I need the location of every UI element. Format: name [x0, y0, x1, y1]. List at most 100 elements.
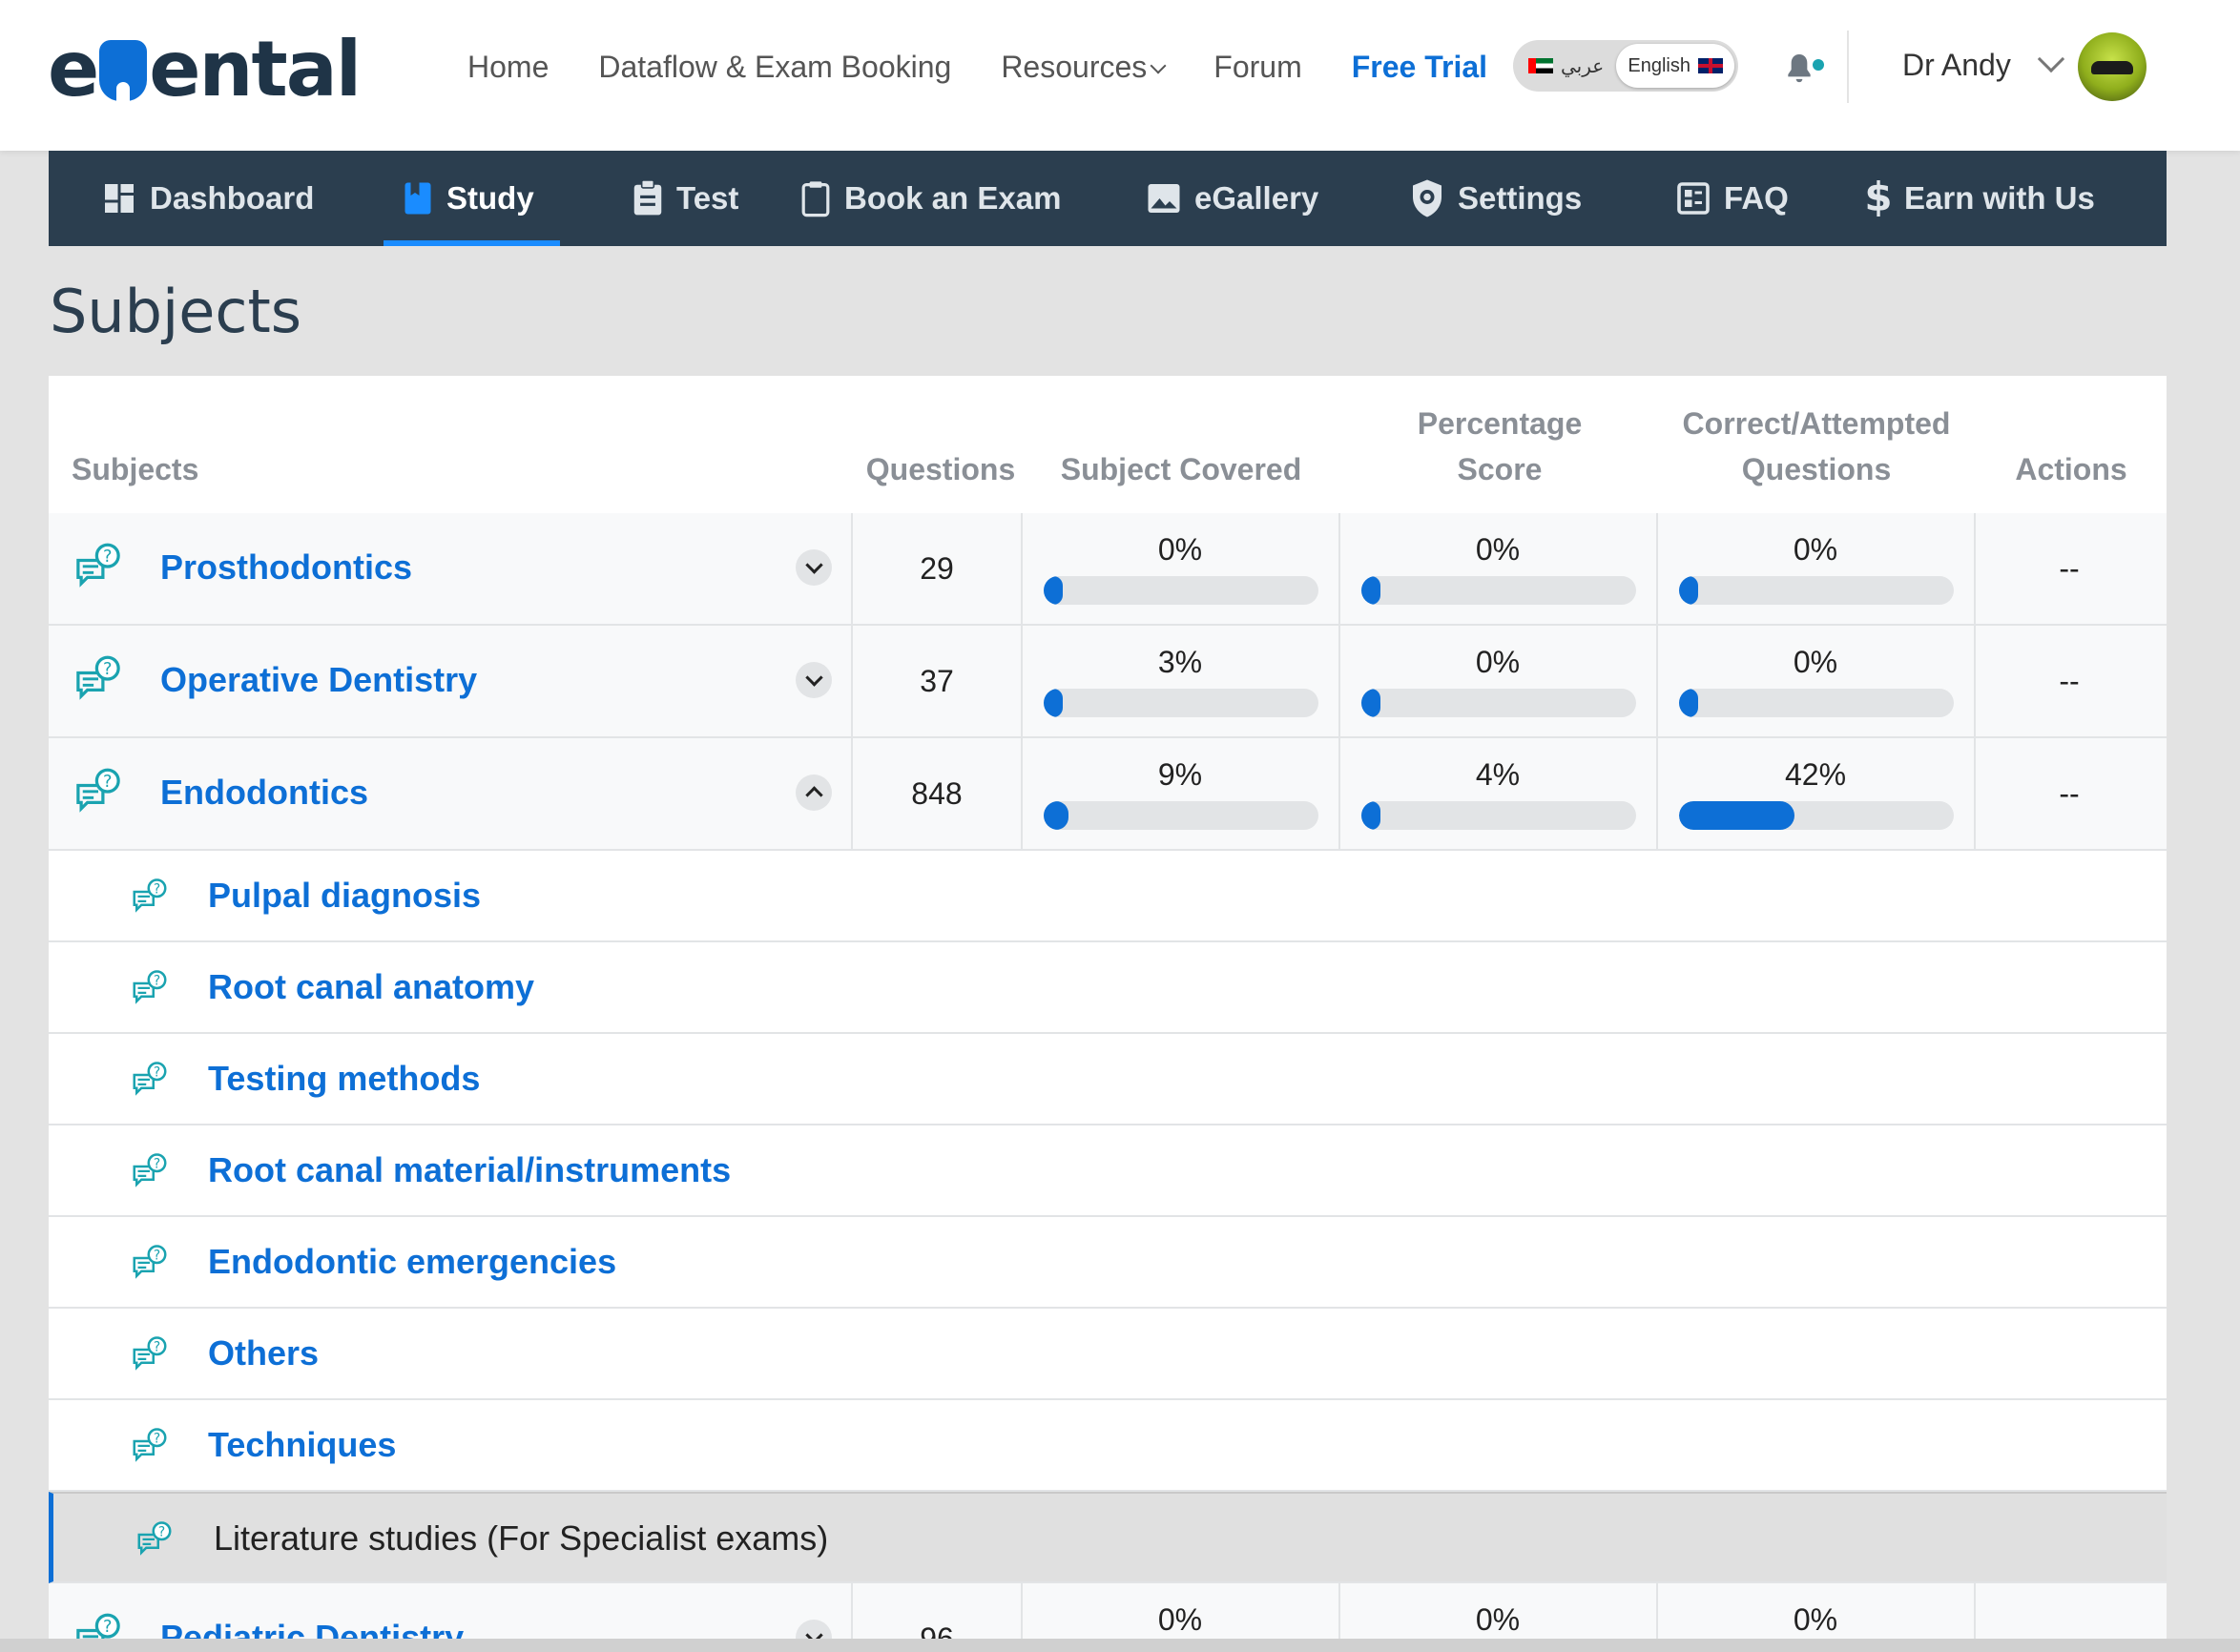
subtopic-link[interactable]: Techniques	[208, 1425, 396, 1465]
subject-question-icon: ?	[73, 767, 123, 821]
covered-progress-fill	[1044, 689, 1063, 717]
score-cell: 0%	[1338, 513, 1656, 624]
subtopic-link[interactable]: Root canal anatomy	[208, 967, 534, 1007]
subject-name-link[interactable]: Endodontics	[160, 773, 368, 813]
subject-name-link[interactable]: Operative Dentistry	[160, 660, 477, 700]
tab-earn-label: Earn with Us	[1904, 180, 2095, 216]
subtopic-row[interactable]: ? Literature studies (For Specialist exam…	[49, 1492, 2167, 1583]
covered-cell: 3%	[1021, 626, 1338, 736]
score-progress-fill	[1361, 689, 1380, 717]
subtopic-row[interactable]: ? Root canal anatomy	[49, 942, 2167, 1034]
question-count: 37	[920, 664, 954, 698]
chevron-down-icon	[1150, 57, 1167, 74]
svg-text:?: ?	[103, 1617, 112, 1637]
uk-flag-icon	[1698, 58, 1723, 73]
header-questions-label: Questions	[1741, 452, 1892, 486]
subtopic-link[interactable]: Testing methods	[208, 1059, 480, 1099]
user-avatar[interactable]	[2078, 32, 2147, 101]
chevron-up-icon[interactable]	[796, 774, 832, 811]
actions-cell: --	[1974, 738, 2167, 849]
tab-study[interactable]: Study	[384, 151, 560, 246]
actions-cell: --	[1974, 626, 2167, 736]
lang-option-english[interactable]: English	[1616, 44, 1734, 88]
subject-name-link[interactable]: Prosthodontics	[160, 547, 412, 588]
lang-option-arabic[interactable]: عربي	[1517, 44, 1615, 88]
covered-cell: 9%	[1021, 738, 1338, 849]
subtopic-question-icon: ?	[131, 1061, 169, 1104]
user-menu-chevron-icon[interactable]	[2037, 45, 2065, 73]
header-divider	[1847, 31, 1849, 103]
question-count: 29	[920, 551, 954, 586]
correct-cell: 0%	[1656, 626, 1974, 736]
tab-egallery[interactable]: eGallery	[1109, 151, 1372, 246]
subtopic-row[interactable]: ? Endodontic emergencies	[49, 1217, 2167, 1309]
subtopic-link[interactable]: Endodontic emergencies	[208, 1242, 616, 1282]
tab-book-exam[interactable]: Book an Exam	[762, 151, 1109, 246]
questions-cell: 848	[851, 738, 1021, 849]
subtopic-row[interactable]: ? Testing methods	[49, 1034, 2167, 1125]
subtopic-question-icon: ?	[131, 969, 169, 1012]
chevron-down-icon[interactable]	[796, 662, 832, 698]
header-percentage-label: Percentage	[1417, 406, 1583, 441]
correct-percent: 0%	[1793, 1602, 1838, 1637]
subjects-table: Subjects Questions Subject Covered Perce…	[49, 376, 2167, 1652]
score-cell: 4%	[1338, 738, 1656, 849]
nav-home-link[interactable]: Home	[467, 46, 549, 88]
header-actions: Actions	[2015, 452, 2127, 486]
user-name[interactable]: Dr Andy	[1902, 46, 2011, 84]
clipboard-icon	[633, 180, 662, 216]
actions-cell: --	[1974, 513, 2167, 624]
subtopic-link[interactable]: Literature studies (For Specialist exams…	[214, 1518, 828, 1559]
nav-forum-link[interactable]: Forum	[1213, 46, 1301, 88]
subtopic-link[interactable]: Root canal material/instruments	[208, 1150, 731, 1190]
covered-percent: 0%	[1157, 1602, 1203, 1637]
nav-resources-label: Resources	[1001, 50, 1148, 84]
svg-text:?: ?	[154, 881, 160, 897]
score-progress-bar	[1361, 689, 1636, 717]
correct-percent: 0%	[1793, 645, 1838, 679]
free-trial-link[interactable]: Free Trial	[1352, 46, 1487, 88]
score-percent: 0%	[1475, 645, 1521, 679]
language-toggle[interactable]: عربي English	[1513, 40, 1738, 92]
tab-dashboard[interactable]: Dashboard	[49, 151, 384, 246]
lang-arabic-label: عربي	[1561, 55, 1605, 77]
clipboard-blank-icon	[801, 181, 830, 217]
subtopic-row[interactable]: ? Others	[49, 1309, 2167, 1400]
tab-earn-with-us[interactable]: $ Earn with Us	[1826, 151, 2167, 246]
subject-question-icon: ?	[73, 654, 123, 709]
correct-progress-fill	[1679, 576, 1698, 605]
subtopic-link[interactable]: Pulpal diagnosis	[208, 876, 481, 916]
subject-row[interactable]: ? Prosthodontics 29 0% 0% 0% --	[49, 513, 2167, 626]
chevron-down-icon[interactable]	[796, 549, 832, 586]
actions-value: --	[2059, 551, 2080, 586]
subject-question-icon: ?	[73, 542, 123, 596]
correct-progress-fill	[1679, 689, 1698, 717]
svg-text:?: ?	[154, 1156, 160, 1171]
svg-text:?: ?	[103, 547, 112, 567]
subtopic-row[interactable]: ? Techniques	[49, 1400, 2167, 1492]
header-subjects: Subjects	[72, 452, 199, 486]
score-percent: 4%	[1475, 757, 1521, 792]
subject-row[interactable]: ? Endodontics 848 9% 4% 42% --	[49, 738, 2167, 851]
notification-bell-icon[interactable]	[1780, 50, 1818, 88]
edental-logo[interactable]: e ental	[48, 25, 362, 114]
tab-faq[interactable]: FAQ	[1638, 151, 1826, 246]
logo-text-e: e	[48, 25, 99, 114]
svg-text:?: ?	[154, 1431, 160, 1446]
actions-value: --	[2059, 776, 2080, 811]
subtopic-question-icon: ?	[131, 1335, 169, 1378]
tab-study-label: Study	[446, 180, 534, 216]
nav-dataflow-link[interactable]: Dataflow & Exam Booking	[598, 46, 951, 88]
subtopic-row[interactable]: ? Pulpal diagnosis	[49, 851, 2167, 942]
subject-row[interactable]: ? Operative Dentistry 37 3% 0% 0% --	[49, 626, 2167, 738]
subtopic-row[interactable]: ? Root canal material/instruments	[49, 1125, 2167, 1217]
header-questions: Questions	[865, 452, 1016, 486]
subtopic-link[interactable]: Others	[208, 1333, 319, 1373]
correct-progress-fill	[1679, 801, 1794, 830]
tab-test[interactable]: Test	[560, 151, 762, 246]
tab-settings[interactable]: Settings	[1372, 151, 1638, 246]
covered-progress-fill	[1044, 801, 1068, 830]
main-nav: Dashboard Study Test Book an Exam eGalle…	[49, 151, 2167, 246]
score-cell: 0%	[1338, 626, 1656, 736]
nav-resources-link[interactable]: Resources	[1001, 46, 1167, 88]
